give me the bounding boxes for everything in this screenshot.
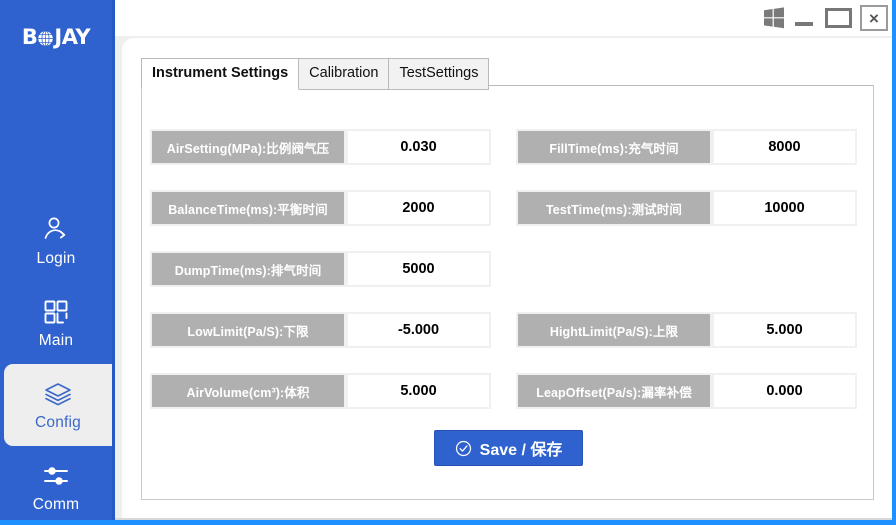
tab-instrument-settings[interactable]: Instrument Settings (141, 58, 299, 90)
sidebar-item-comm-label: Comm (33, 497, 79, 513)
brand-logo-text-jay: JAY (54, 27, 90, 48)
field-leap-offset-input[interactable]: 0.000 (714, 375, 855, 407)
sidebar-item-main-label: Main (39, 333, 73, 349)
maximize-icon (825, 8, 852, 28)
sidebar: B JAY (0, 0, 112, 520)
field-air-setting-label: AirSetting(MPa):比例阀气压 (152, 131, 344, 163)
field-dump-time-label: DumpTime(ms):排气时间 (152, 253, 344, 285)
check-circle-icon (455, 440, 472, 457)
form-col-right: LeapOffset(Pa/s):漏率补偿 0.000 (508, 373, 874, 434)
field-test-time-input[interactable]: 10000 (714, 192, 855, 224)
form-col-left: DumpTime(ms):排气时间 5000 (142, 251, 508, 312)
field-fill-time-label: FillTime(ms):充气时间 (518, 131, 710, 163)
save-button-container: Save / 保存 (142, 430, 875, 466)
field-low-limit: LowLimit(Pa/S):下限 -5.000 (150, 312, 491, 348)
field-placeholder-empty (516, 251, 857, 287)
field-hight-limit-label: HightLimit(Pa/S):上限 (518, 314, 710, 346)
form-row: DumpTime(ms):排气时间 5000 (142, 251, 875, 312)
tab-calibration[interactable]: Calibration (298, 58, 389, 90)
minimize-icon (795, 22, 813, 26)
globe-icon (37, 30, 54, 47)
field-air-setting-input[interactable]: 0.030 (348, 131, 489, 163)
field-air-volume: AirVolume(cm³):体积 5.000 (150, 373, 491, 409)
tab-test-settings-label: TestSettings (399, 65, 478, 81)
sidebar-nav: Login Main (0, 200, 112, 525)
form-row: AirSetting(MPa):比例阀气压 0.030 FillTime(ms)… (142, 129, 875, 190)
tab-bar: Instrument Settings Calibration TestSett… (141, 58, 488, 90)
close-button[interactable]: × (860, 5, 888, 31)
field-dump-time-input[interactable]: 5000 (348, 253, 489, 285)
application-window: × B JAY (0, 0, 896, 525)
form-col-right: TestTime(ms):测试时间 10000 (508, 190, 874, 251)
field-test-time: TestTime(ms):测试时间 10000 (516, 190, 857, 226)
tab-instrument-settings-label: Instrument Settings (152, 65, 288, 81)
form-row: BalanceTime(ms):平衡时间 2000 TestTime(ms):测… (142, 190, 875, 251)
instrument-settings-panel: AirSetting(MPa):比例阀气压 0.030 FillTime(ms)… (141, 85, 874, 500)
sidebar-item-config[interactable]: Config (4, 364, 112, 446)
field-hight-limit-input[interactable]: 5.000 (714, 314, 855, 346)
field-low-limit-input[interactable]: -5.000 (348, 314, 489, 346)
sidebar-item-main[interactable]: Main (0, 282, 112, 364)
form-row: LowLimit(Pa/S):下限 -5.000 HightLimit(Pa/S… (142, 312, 875, 373)
brand-logo: B JAY (0, 20, 112, 54)
grid-squares-icon (41, 297, 71, 327)
window-controls: × (761, 0, 888, 36)
frame-right-accent (892, 0, 896, 525)
field-air-volume-label: AirVolume(cm³):体积 (152, 375, 344, 407)
save-button-label: Save / 保存 (480, 436, 563, 460)
sidebar-edge (112, 0, 115, 520)
field-leap-offset-label: LeapOffset(Pa/s):漏率补偿 (518, 375, 710, 407)
field-fill-time: FillTime(ms):充气时间 8000 (516, 129, 857, 165)
sidebar-item-comm[interactable]: Comm (0, 446, 112, 525)
sidebar-item-config-label: Config (35, 415, 81, 431)
sidebar-item-login[interactable]: Login (0, 200, 112, 282)
field-low-limit-label: LowLimit(Pa/S):下限 (152, 314, 344, 346)
form-col-right: FillTime(ms):充气时间 8000 (508, 129, 874, 190)
field-balance-time-input[interactable]: 2000 (348, 192, 489, 224)
form-col-left: AirVolume(cm³):体积 5.000 (142, 373, 508, 434)
field-fill-time-input[interactable]: 8000 (714, 131, 855, 163)
sliders-icon (41, 461, 71, 491)
field-hight-limit: HightLimit(Pa/S):上限 5.000 (516, 312, 857, 348)
maximize-button[interactable] (821, 5, 855, 31)
field-dump-time: DumpTime(ms):排气时间 5000 (150, 251, 491, 287)
save-button[interactable]: Save / 保存 (434, 430, 584, 466)
field-balance-time-label: BalanceTime(ms):平衡时间 (152, 192, 344, 224)
form-col-right: HightLimit(Pa/S):上限 5.000 (508, 312, 874, 373)
form-col-left: AirSetting(MPa):比例阀气压 0.030 (142, 129, 508, 190)
form-col-left: BalanceTime(ms):平衡时间 2000 (142, 190, 508, 251)
field-air-volume-input[interactable]: 5.000 (348, 375, 489, 407)
form-col-right-empty (508, 251, 874, 312)
settings-form: AirSetting(MPa):比例阀气压 0.030 FillTime(ms)… (142, 86, 875, 426)
frame-bottom-accent (0, 520, 896, 525)
tab-calibration-label: Calibration (309, 65, 378, 81)
tab-test-settings[interactable]: TestSettings (388, 58, 489, 90)
form-col-left: LowLimit(Pa/S):下限 -5.000 (142, 312, 508, 373)
minimize-button[interactable] (790, 5, 818, 31)
field-air-setting: AirSetting(MPa):比例阀气压 0.030 (150, 129, 491, 165)
field-balance-time: BalanceTime(ms):平衡时间 2000 (150, 190, 491, 226)
brand-logo-text-b: B (22, 27, 38, 48)
form-row: AirVolume(cm³):体积 5.000 LeapOffset(Pa/s)… (142, 373, 875, 434)
close-icon: × (869, 10, 879, 27)
layers-stack-icon (43, 379, 73, 409)
field-leap-offset: LeapOffset(Pa/s):漏率补偿 0.000 (516, 373, 857, 409)
user-login-icon (41, 215, 71, 245)
windows-logo-icon (761, 5, 787, 31)
sidebar-item-login-label: Login (37, 251, 76, 267)
field-test-time-label: TestTime(ms):测试时间 (518, 192, 710, 224)
